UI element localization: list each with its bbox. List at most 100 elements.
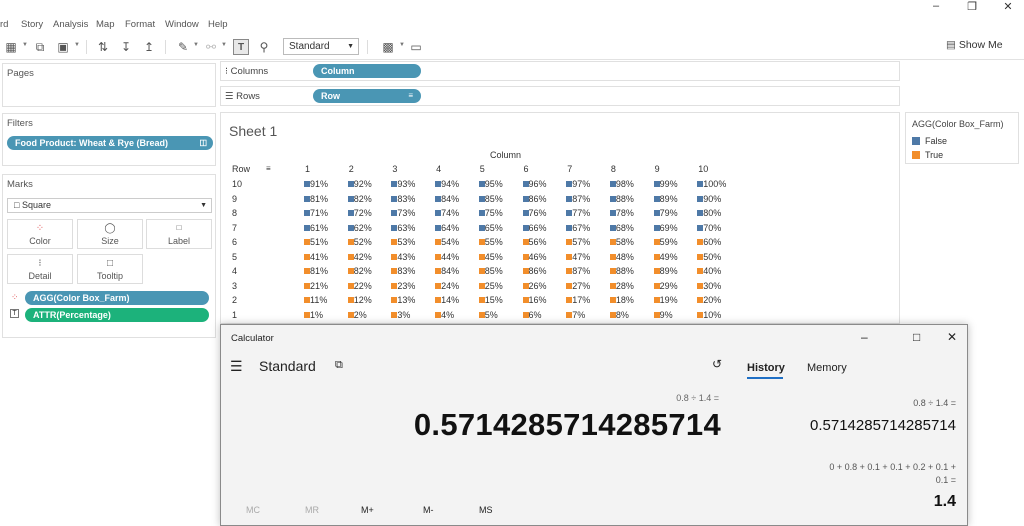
label-pill[interactable]: ATTR(Percentage): [25, 308, 209, 322]
cell-value[interactable]: 84%: [441, 266, 459, 276]
cell-value[interactable]: 91%: [310, 179, 328, 189]
device-preview-icon[interactable]: ▭: [408, 39, 424, 55]
cell-value[interactable]: 94%: [441, 179, 459, 189]
cell-value[interactable]: 87%: [572, 266, 590, 276]
cell-value[interactable]: 58%: [616, 237, 634, 247]
cell-value[interactable]: 51%: [310, 237, 328, 247]
cell-value[interactable]: 75%: [485, 208, 503, 218]
cell-value[interactable]: 11%: [310, 295, 327, 305]
cell-value[interactable]: 22%: [354, 281, 372, 291]
cell-value[interactable]: 21%: [310, 281, 328, 291]
cell-value[interactable]: 18%: [616, 295, 634, 305]
fit-select[interactable]: Standard ▼: [283, 38, 359, 55]
legend-item-true[interactable]: True: [912, 150, 943, 160]
marks-panel[interactable]: Marks □ Square ▼ ⁘ Color ◯ Size □ Label …: [2, 174, 216, 338]
cell-value[interactable]: 13%: [397, 295, 415, 305]
tab-memory[interactable]: Memory: [807, 362, 847, 374]
cell-value[interactable]: 14%: [441, 295, 459, 305]
columns-shelf[interactable]: ⁝ Columns Column: [220, 61, 900, 81]
cell-value[interactable]: 50%: [703, 252, 721, 262]
color-legend[interactable]: AGG(Color Box_Farm) False True: [905, 112, 1019, 164]
cell-value[interactable]: 40%: [703, 266, 721, 276]
cell-value[interactable]: 81%: [310, 194, 328, 204]
cell-value[interactable]: 76%: [529, 208, 547, 218]
cell-value[interactable]: 46%: [529, 252, 547, 262]
cell-value[interactable]: 10%: [703, 310, 721, 320]
cell-value[interactable]: 88%: [616, 194, 634, 204]
cell-value[interactable]: 93%: [397, 179, 415, 189]
cell-value[interactable]: 25%: [485, 281, 503, 291]
cell-value[interactable]: 42%: [354, 252, 372, 262]
cell-value[interactable]: 98%: [616, 179, 634, 189]
calculator-window[interactable]: Calculator – □ ✕ ☰ Standard ⧉ 0.8 ÷ 1.4 …: [220, 324, 968, 526]
cell-value[interactable]: 19%: [660, 295, 678, 305]
clear-sheet-icon[interactable]: ▣: [55, 39, 71, 55]
new-data-source-icon[interactable]: ▦: [3, 39, 19, 55]
minimize-icon[interactable]: –: [861, 330, 868, 344]
menu-window[interactable]: Window: [165, 19, 199, 30]
cell-value[interactable]: 53%: [397, 237, 415, 247]
history-result[interactable]: 1.4: [934, 493, 956, 511]
chevron-down-icon[interactable]: ▼: [22, 42, 28, 48]
cell-value[interactable]: 4%: [441, 310, 454, 320]
sort-descending-icon[interactable]: ↥: [141, 39, 157, 55]
history-expression[interactable]: 0 + 0.8 + 0.1 + 0.1 + 0.2 + 0.1 +: [829, 462, 956, 472]
menu-analysis[interactable]: Analysis: [53, 19, 88, 30]
cell-value[interactable]: 16%: [529, 295, 547, 305]
label-button[interactable]: □ Label: [146, 219, 212, 249]
cell-value[interactable]: 23%: [397, 281, 415, 291]
cell-value[interactable]: 69%: [660, 223, 678, 233]
cell-value[interactable]: 77%: [572, 208, 590, 218]
sort-icon[interactable]: ≡: [266, 164, 271, 173]
cell-value[interactable]: 81%: [310, 266, 328, 276]
cell-value[interactable]: 88%: [616, 266, 634, 276]
cell-value[interactable]: 47%: [572, 252, 590, 262]
cell-value[interactable]: 90%: [703, 194, 721, 204]
highlight-icon[interactable]: ✎: [175, 39, 191, 55]
cell-value[interactable]: 52%: [354, 237, 372, 247]
cell-value[interactable]: 83%: [397, 266, 415, 276]
cell-value[interactable]: 30%: [703, 281, 721, 291]
filter-pill[interactable]: Food Product: Wheat & Rye (Bread) ◫: [7, 136, 213, 150]
cell-value[interactable]: 86%: [529, 266, 547, 276]
presentation-view-icon[interactable]: ▩: [378, 39, 398, 55]
color-pill[interactable]: AGG(Color Box_Farm): [25, 291, 209, 305]
detail-button[interactable]: ⁝ Detail: [7, 254, 73, 284]
cell-value[interactable]: 89%: [660, 266, 678, 276]
cell-value[interactable]: 55%: [485, 237, 503, 247]
menu-format[interactable]: Format: [125, 19, 155, 30]
cell-value[interactable]: 72%: [354, 208, 372, 218]
cell-value[interactable]: 99%: [660, 179, 678, 189]
ms-button[interactable]: MS: [479, 505, 493, 515]
cell-value[interactable]: 87%: [572, 194, 590, 204]
menu-story[interactable]: Story: [21, 19, 43, 30]
history-result[interactable]: 0.5714285714285714: [810, 417, 956, 434]
cell-value[interactable]: 26%: [529, 281, 547, 291]
tab-history[interactable]: History: [747, 362, 785, 374]
cell-value[interactable]: 62%: [354, 223, 372, 233]
cell-value[interactable]: 65%: [485, 223, 503, 233]
legend-item-false[interactable]: False: [912, 136, 947, 146]
cell-value[interactable]: 97%: [572, 179, 590, 189]
cell-value[interactable]: 49%: [660, 252, 678, 262]
cell-value[interactable]: 74%: [441, 208, 459, 218]
tooltip-button[interactable]: □ Tooltip: [77, 254, 143, 284]
cell-value[interactable]: 79%: [660, 208, 678, 218]
cell-value[interactable]: 85%: [485, 194, 503, 204]
cell-value[interactable]: 66%: [529, 223, 547, 233]
cell-value[interactable]: 28%: [616, 281, 634, 291]
cell-value[interactable]: 89%: [660, 194, 678, 204]
cell-value[interactable]: 70%: [703, 223, 721, 233]
cell-value[interactable]: 6%: [529, 310, 542, 320]
cell-value[interactable]: 5%: [485, 310, 498, 320]
cell-value[interactable]: 43%: [397, 252, 415, 262]
mr-button[interactable]: MR: [305, 505, 319, 515]
keep-on-top-icon[interactable]: ⧉: [335, 359, 343, 372]
cell-value[interactable]: 45%: [485, 252, 503, 262]
cell-value[interactable]: 17%: [572, 295, 590, 305]
pages-panel[interactable]: Pages: [2, 63, 216, 107]
m-plus-button[interactable]: M+: [361, 505, 374, 515]
cell-value[interactable]: 85%: [485, 266, 503, 276]
cell-value[interactable]: 57%: [572, 237, 590, 247]
history-expression[interactable]: 0.1 =: [936, 475, 956, 485]
